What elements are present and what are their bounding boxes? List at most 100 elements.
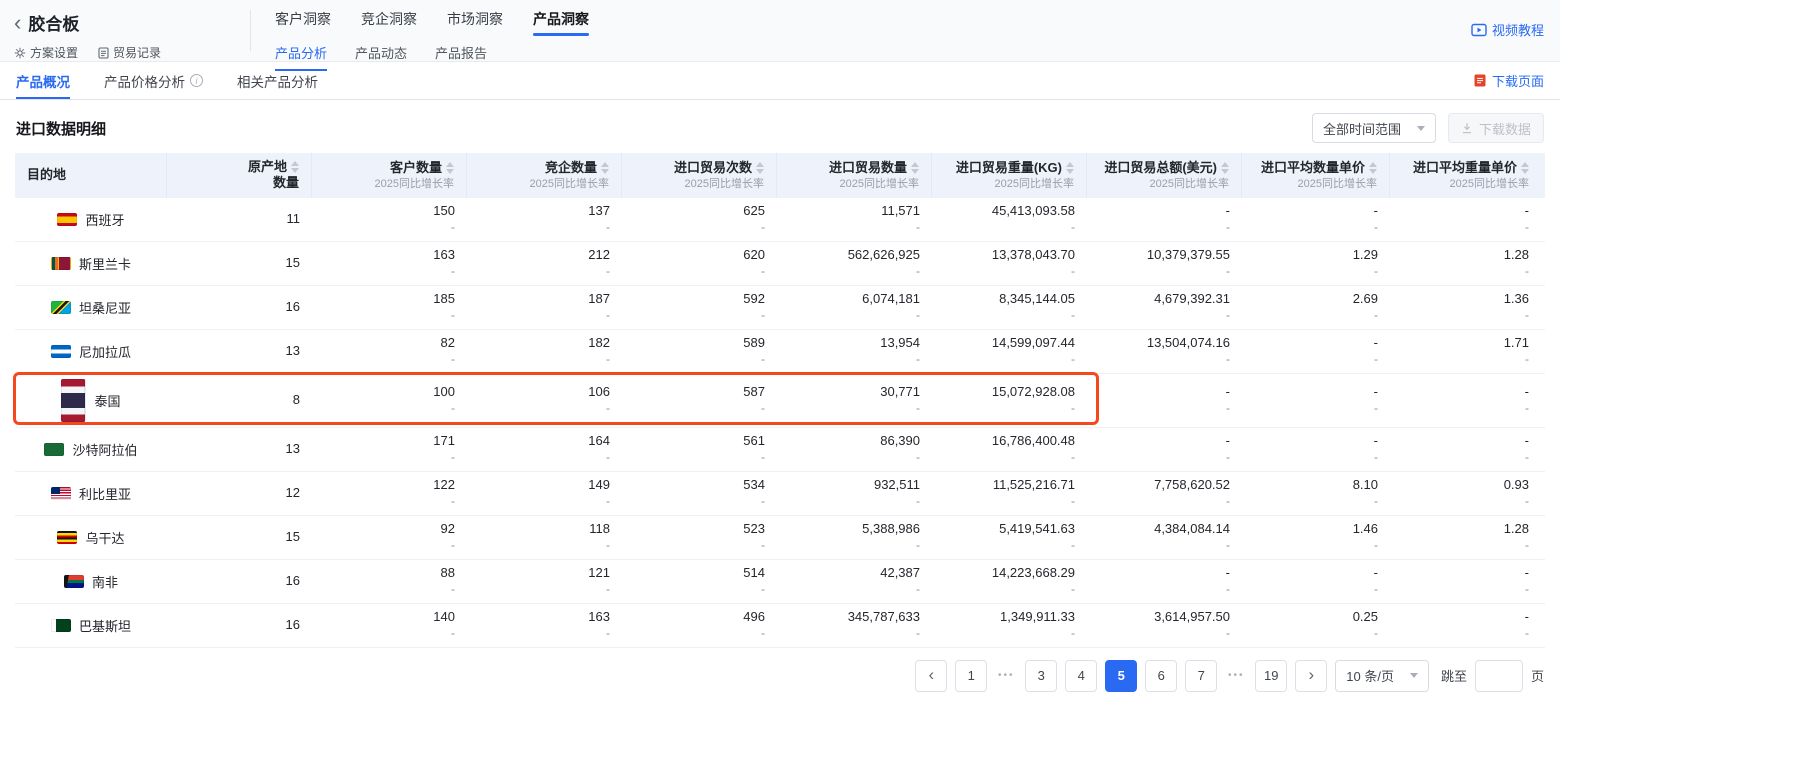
- sort-icon[interactable]: [1066, 162, 1074, 174]
- scheme-settings-link[interactable]: 方案设置: [14, 44, 78, 61]
- weight-value: 14,223,668.29: [992, 565, 1075, 582]
- main-tab[interactable]: 市场洞察: [447, 9, 503, 36]
- growth-rate-value: -: [1374, 450, 1378, 466]
- sort-icon[interactable]: [446, 162, 454, 174]
- growth-rate-value: -: [451, 582, 455, 598]
- page-button-3[interactable]: 3: [1025, 660, 1057, 692]
- growth-rate-value: -: [916, 220, 920, 236]
- trade-times-link[interactable]: 625: [743, 203, 765, 220]
- amount-cell: - -: [1087, 428, 1242, 471]
- trade-times-link[interactable]: 496: [743, 609, 765, 626]
- chevron-down-icon: [1417, 126, 1425, 131]
- country-flag-icon: [64, 575, 84, 588]
- price_wt-cell: 1.36 -: [1390, 286, 1541, 329]
- times-cell: 589 -: [622, 330, 777, 373]
- page-button-6[interactable]: 6: [1145, 660, 1177, 692]
- sort-icon[interactable]: [911, 162, 919, 174]
- main-tab[interactable]: 产品洞察: [533, 9, 589, 36]
- growth-rate-value: -: [761, 450, 765, 466]
- trade-times-link[interactable]: 587: [743, 384, 765, 401]
- origin-count-link[interactable]: 11: [287, 211, 301, 228]
- growth-rate-value: -: [606, 450, 610, 466]
- trade-records-link[interactable]: 贸易记录: [98, 44, 161, 61]
- next-page-button[interactable]: ›: [1295, 660, 1327, 692]
- prev-page-button[interactable]: ‹: [915, 660, 947, 692]
- price_qty-value: 0.25: [1353, 609, 1378, 626]
- trade-times-link[interactable]: 620: [743, 247, 765, 264]
- origin-count-link[interactable]: 13: [286, 441, 300, 458]
- times-cell: 534 -: [622, 472, 777, 515]
- amount-value: 4,384,084.14: [1154, 521, 1230, 538]
- column-header[interactable]: 客户数量2025同比增长率: [312, 153, 467, 198]
- origin-count-link[interactable]: 15: [286, 255, 300, 272]
- column-header[interactable]: 进口平均数量单价2025同比增长率: [1242, 153, 1390, 198]
- qty-cell: 42,387 -: [777, 560, 932, 603]
- qty-value: 345,787,633: [848, 609, 920, 626]
- price_wt-value: 1.71: [1504, 335, 1529, 352]
- video-tutorial-link[interactable]: 视频教程: [1471, 20, 1544, 39]
- sort-icon[interactable]: [1369, 162, 1377, 174]
- page-size-select[interactable]: 10 条/页: [1335, 660, 1429, 692]
- time-range-select[interactable]: 全部时间范围: [1312, 113, 1436, 143]
- download-page-link[interactable]: 下载页面: [1474, 62, 1544, 99]
- column-header[interactable]: 进口贸易总额(美元)2025同比增长率: [1087, 153, 1242, 198]
- analysis-tab[interactable]: 相关产品分析: [237, 62, 318, 99]
- amount-value: 10,379,379.55: [1147, 247, 1230, 264]
- analysis-tab[interactable]: 产品价格分析i: [104, 62, 203, 99]
- main-tab[interactable]: 客户洞察: [275, 9, 331, 36]
- origin-count-link[interactable]: 8: [293, 392, 300, 409]
- trade-times-link[interactable]: 514: [743, 565, 765, 582]
- trade-times-link[interactable]: 534: [743, 477, 765, 494]
- column-header[interactable]: 进口贸易数量2025同比增长率: [777, 153, 932, 198]
- sort-icon[interactable]: [1521, 162, 1529, 174]
- competitors-value: 187: [588, 291, 610, 308]
- qty-cell: 6,074,181 -: [777, 286, 932, 329]
- growth-rate-value: -: [1525, 538, 1529, 554]
- download-data-button[interactable]: 下载数据: [1448, 113, 1544, 143]
- insight-tabs: 客户洞察竞企洞察市场洞察产品洞察 产品分析产品动态产品报告: [251, 0, 1471, 61]
- column-header[interactable]: 进口贸易次数2025同比增长率: [622, 153, 777, 198]
- analysis-tab[interactable]: 产品概况: [16, 62, 70, 99]
- page-button-5[interactable]: 5: [1105, 660, 1137, 692]
- top-bar: ‹ 胶合板 方案设置 贸易记录 客户洞察竞企洞察: [0, 0, 1560, 62]
- sort-icon[interactable]: [291, 161, 299, 173]
- destination-name: 沙特阿拉伯: [72, 440, 137, 459]
- sort-icon[interactable]: [601, 162, 609, 174]
- origin-count-link[interactable]: 12: [286, 485, 300, 502]
- growth-rate-value: -: [606, 401, 610, 417]
- main-tab[interactable]: 竞企洞察: [361, 9, 417, 36]
- destination-cell: 泰国: [15, 374, 167, 427]
- sub-tab[interactable]: 产品报告: [435, 43, 487, 71]
- amount-cell: 13,504,074.16 -: [1087, 330, 1242, 373]
- weight-value: 5,419,541.63: [999, 521, 1075, 538]
- page-button-4[interactable]: 4: [1065, 660, 1097, 692]
- sort-icon[interactable]: [1221, 162, 1229, 174]
- trade-times-link[interactable]: 561: [743, 433, 765, 450]
- customers-value: 140: [433, 609, 455, 626]
- page-button-1[interactable]: 1: [955, 660, 987, 692]
- page-button-7[interactable]: 7: [1185, 660, 1217, 692]
- origin-count-link[interactable]: 15: [286, 529, 300, 546]
- growth-rate-value: -: [1071, 352, 1075, 368]
- sub-tab[interactable]: 产品动态: [355, 43, 407, 71]
- column-header[interactable]: 原产地数量: [167, 153, 312, 198]
- sort-icon[interactable]: [756, 162, 764, 174]
- origin-count-link[interactable]: 16: [286, 299, 300, 316]
- origin-count-link[interactable]: 16: [286, 617, 300, 634]
- growth-rate-value: -: [1525, 494, 1529, 510]
- jump-page-input[interactable]: [1475, 660, 1523, 692]
- column-header[interactable]: 进口平均重量单价2025同比增长率: [1390, 153, 1541, 198]
- price_wt-value: 1.28: [1504, 247, 1529, 264]
- trade-times-link[interactable]: 592: [743, 291, 765, 308]
- price_wt-value: 0.93: [1504, 477, 1529, 494]
- column-header[interactable]: 竞企数量2025同比增长率: [467, 153, 622, 198]
- trade-times-link[interactable]: 589: [743, 335, 765, 352]
- column-header[interactable]: 进口贸易重量(KG)2025同比增长率: [932, 153, 1087, 198]
- competitors-cell: 182 -: [467, 330, 622, 373]
- origin-count-link[interactable]: 16: [286, 573, 300, 590]
- page-button-19[interactable]: 19: [1255, 660, 1287, 692]
- trade-times-link[interactable]: 523: [743, 521, 765, 538]
- back-icon[interactable]: ‹: [14, 15, 21, 31]
- origin-count-link[interactable]: 13: [286, 343, 300, 360]
- destination-cell: 乌干达: [15, 516, 167, 559]
